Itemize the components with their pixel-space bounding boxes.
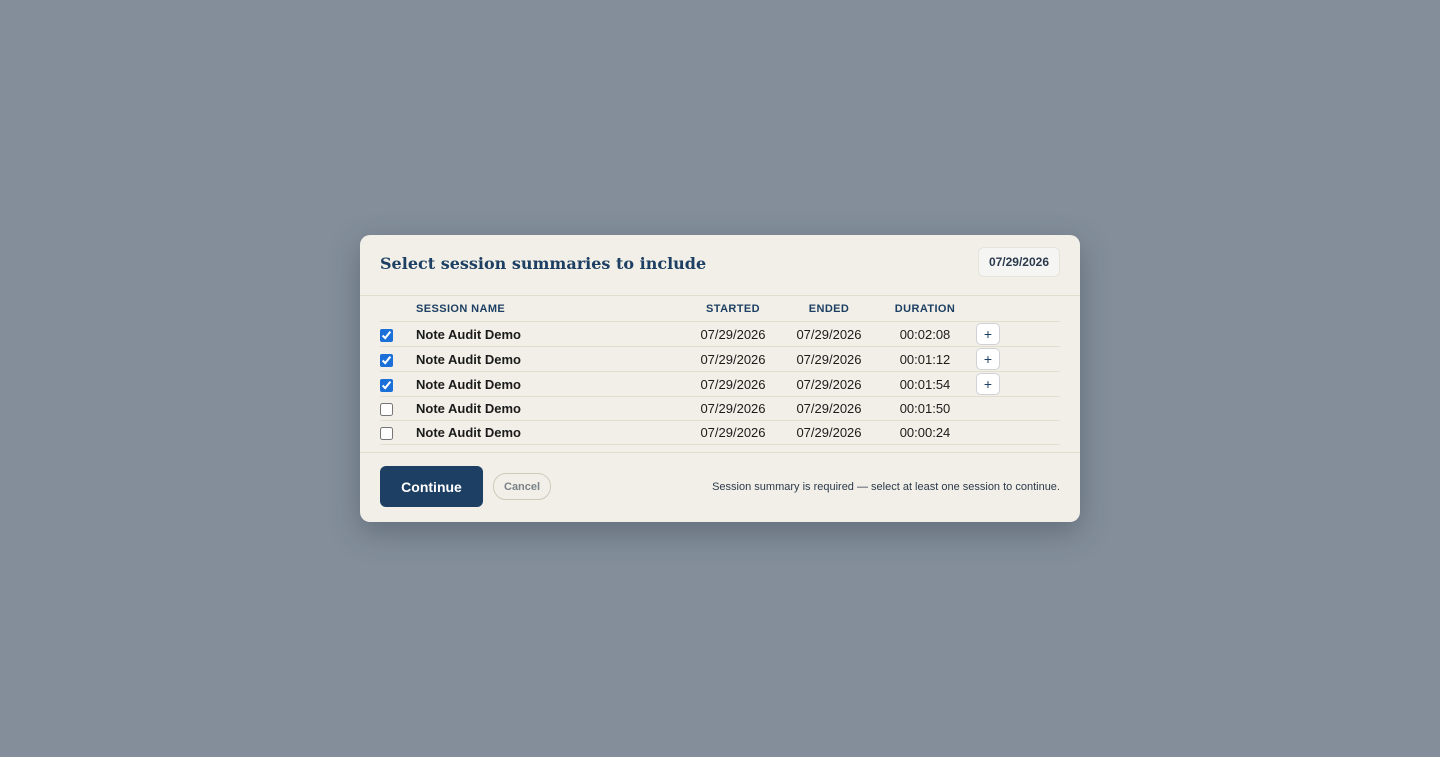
duration-cell: 00:01:50 [876,396,974,421]
table-row[interactable]: Note Audit Demo 07/29/2026 07/29/2026 00… [380,346,1060,372]
dialog-title: Select session summaries to include [380,253,707,273]
cancel-button[interactable]: Cancel [493,473,552,500]
dialog-footer: Continue Cancel Session summary is requi… [360,452,1080,522]
row-select-cell [380,396,416,421]
continue-button[interactable]: Continue [380,466,483,507]
session-name-cell: Note Audit Demo [416,371,684,397]
sessions-table-container: SESSION NAME STARTED ENDED DURATION Note… [360,296,1080,445]
select-column-header [380,296,416,322]
row-select-cell [380,321,416,347]
row-action-cell [974,420,1060,445]
started-cell: 07/29/2026 [684,396,782,421]
row-action-cell [974,396,1060,421]
row-select-cell [380,420,416,445]
row-select-checkbox[interactable] [380,378,393,392]
row-select-cell [380,346,416,372]
expand-row-button[interactable]: + [976,323,1000,345]
column-header-ended: ENDED [782,296,876,322]
ended-cell: 07/29/2026 [782,396,876,421]
table-header-row: SESSION NAME STARTED ENDED DURATION [380,296,1060,322]
column-header-started: STARTED [684,296,782,322]
started-cell: 07/29/2026 [684,420,782,445]
date-badge: 07/29/2026 [977,247,1060,277]
required-selection-note: Session summary is required — select at … [712,480,1060,493]
expand-row-button[interactable]: + [976,348,1000,370]
session-select-dialog: Select session summaries to include 07/2… [360,235,1080,522]
dialog-header: Select session summaries to include 07/2… [360,235,1080,296]
row-select-checkbox[interactable] [380,403,393,417]
started-cell: 07/29/2026 [684,321,782,347]
duration-cell: 00:00:24 [876,420,974,445]
started-cell: 07/29/2026 [684,346,782,372]
table-row[interactable]: Note Audit Demo 07/29/2026 07/29/2026 00… [380,396,1060,421]
row-action-cell: + [974,321,1060,347]
session-name-cell: Note Audit Demo [416,420,684,445]
duration-cell: 00:01:12 [876,346,974,372]
ended-cell: 07/29/2026 [782,420,876,445]
ended-cell: 07/29/2026 [782,346,876,372]
started-cell: 07/29/2026 [684,371,782,397]
column-header-session-name: SESSION NAME [416,296,684,322]
session-name-cell: Note Audit Demo [416,396,684,421]
row-action-cell: + [974,371,1060,397]
row-select-checkbox[interactable] [380,427,393,441]
sessions-table: SESSION NAME STARTED ENDED DURATION Note… [380,296,1060,445]
duration-cell: 00:02:08 [876,321,974,347]
ended-cell: 07/29/2026 [782,321,876,347]
duration-cell: 00:01:54 [876,371,974,397]
table-row[interactable]: Note Audit Demo 07/29/2026 07/29/2026 00… [380,371,1060,397]
session-name-cell: Note Audit Demo [416,321,684,347]
table-row[interactable]: Note Audit Demo 07/29/2026 07/29/2026 00… [380,420,1060,445]
session-name-cell: Note Audit Demo [416,346,684,372]
row-select-checkbox[interactable] [380,328,393,342]
row-select-cell [380,371,416,397]
row-action-cell: + [974,346,1060,372]
actions-column-header [974,296,1060,322]
expand-row-button[interactable]: + [976,373,1000,395]
column-header-duration: DURATION [876,296,974,322]
table-row[interactable]: Note Audit Demo 07/29/2026 07/29/2026 00… [380,321,1060,347]
row-select-checkbox[interactable] [380,353,393,367]
ended-cell: 07/29/2026 [782,371,876,397]
